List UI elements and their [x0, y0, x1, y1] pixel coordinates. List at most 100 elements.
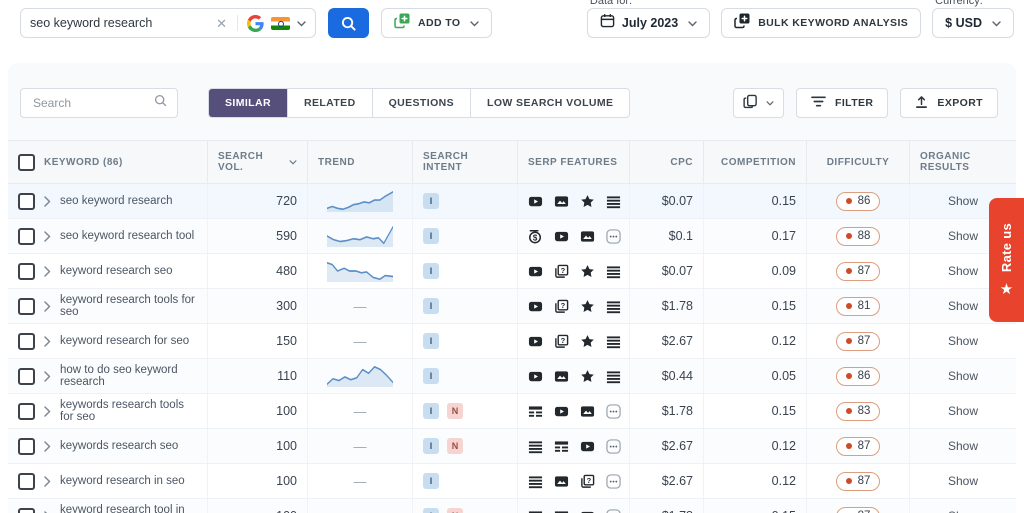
- cpc-cell: $0.07: [630, 184, 704, 218]
- keywords-table: KEYWORD (86) SEARCH VOL. TREND SEARCH IN…: [8, 140, 1016, 513]
- show-organic-results-link[interactable]: Show: [948, 194, 978, 208]
- difficulty-dot-icon: [845, 268, 852, 274]
- rate-us-button[interactable]: Rate us ★: [989, 198, 1024, 322]
- table-search-field[interactable]: [20, 88, 178, 118]
- expand-chevron-icon[interactable]: [44, 335, 51, 347]
- video-icon: [528, 264, 543, 279]
- row-checkbox[interactable]: [18, 297, 35, 315]
- search-intent-badge: I: [423, 298, 439, 314]
- show-organic-results-link[interactable]: Show: [948, 439, 978, 453]
- competition-cell: 0.15: [704, 184, 807, 218]
- column-header-keyword: KEYWORD (86): [8, 141, 208, 183]
- expand-chevron-icon[interactable]: [44, 195, 51, 207]
- no-trend-dash: —: [353, 403, 367, 419]
- copy-columns-button[interactable]: [733, 88, 785, 118]
- search-icon: [154, 94, 167, 112]
- keyword-search-value[interactable]: seo keyword research: [30, 16, 212, 30]
- no-trend-dash: —: [353, 438, 367, 454]
- sort-chevron-icon[interactable]: [289, 157, 297, 168]
- search-button[interactable]: [328, 8, 369, 38]
- snippet-icon: [554, 509, 569, 513]
- search-volume-cell: 300: [208, 289, 308, 323]
- tab-low-search-volume[interactable]: LOW SEARCH VOLUME: [470, 89, 629, 117]
- bulk-keyword-analysis-button[interactable]: BULK KEYWORD ANALYSIS: [721, 8, 922, 38]
- column-header-difficulty: DIFFICULTY: [807, 141, 910, 183]
- show-organic-results-link[interactable]: Show: [948, 264, 978, 278]
- row-checkbox[interactable]: [18, 367, 35, 385]
- row-checkbox[interactable]: [18, 402, 35, 420]
- more-icon: [606, 473, 621, 489]
- expand-chevron-icon[interactable]: [44, 230, 51, 242]
- difficulty-value: 83: [857, 405, 871, 417]
- table-row: keyword research seo 480 I? $0.07 0.09 87 Show: [8, 254, 1016, 289]
- keyword-text: keywords research tools for seo: [60, 398, 184, 424]
- export-button[interactable]: EXPORT: [900, 88, 998, 118]
- more-icon: [606, 508, 621, 513]
- trend-cell: —: [308, 394, 413, 428]
- show-organic-results-link[interactable]: Show: [948, 404, 978, 418]
- tab-similar[interactable]: SIMILAR: [209, 89, 287, 117]
- serp-features-cell: ?: [518, 324, 630, 358]
- row-checkbox[interactable]: [18, 472, 35, 490]
- keyword-text: keyword research for seo: [60, 334, 190, 347]
- difficulty-dot-icon: [845, 338, 852, 344]
- filter-button[interactable]: FILTER: [796, 88, 889, 118]
- difficulty-badge: 87: [835, 261, 881, 281]
- trend-cell: [308, 219, 413, 253]
- show-organic-results-link[interactable]: Show: [948, 334, 978, 348]
- keyword-cell: keyword research tool in seo: [8, 499, 208, 513]
- bulk-analysis-icon: [734, 12, 751, 34]
- currency-dropdown[interactable]: Currency: $ USD: [932, 0, 1014, 38]
- keyword-text: how to do seo keyword research: [60, 363, 178, 389]
- show-organic-results-link[interactable]: Show: [948, 299, 978, 313]
- row-checkbox[interactable]: [18, 437, 35, 455]
- row-checkbox[interactable]: [18, 192, 35, 210]
- cpc-cell: $2.67: [630, 464, 704, 498]
- clear-icon[interactable]: ✕: [216, 17, 227, 30]
- difficulty-cell: 86: [807, 359, 910, 393]
- search-vol-header-label: SEARCH VOL.: [218, 151, 264, 173]
- serp-features-cell: [518, 184, 630, 218]
- tab-related[interactable]: RELATED: [286, 89, 372, 117]
- column-header-cpc: CPC: [630, 141, 704, 183]
- no-trend-dash: —: [353, 298, 367, 314]
- difficulty-cell: 81: [807, 289, 910, 323]
- show-organic-results-link[interactable]: Show: [948, 509, 978, 513]
- row-checkbox[interactable]: [18, 262, 35, 280]
- trend-cell: [308, 359, 413, 393]
- date-dropdown[interactable]: Data for: July 2023: [586, 0, 711, 38]
- show-organic-results-link[interactable]: Show: [948, 369, 978, 383]
- expand-chevron-icon[interactable]: [44, 265, 51, 277]
- faq-icon: ?: [580, 474, 595, 489]
- expand-chevron-icon[interactable]: [44, 405, 51, 417]
- chevron-down-icon[interactable]: [297, 14, 306, 32]
- search-intent-badge: I: [423, 368, 439, 384]
- keyword-cell: keywords research tools for seo: [8, 394, 208, 428]
- add-to-label: ADD TO: [418, 17, 461, 29]
- tab-questions[interactable]: QUESTIONS: [371, 89, 470, 117]
- expand-chevron-icon[interactable]: [44, 475, 51, 487]
- show-organic-results-link[interactable]: Show: [948, 474, 978, 488]
- image-icon: [554, 369, 569, 384]
- add-to-icon: [394, 12, 411, 34]
- currency-label: Currency:: [935, 0, 983, 7]
- difficulty-badge: 87: [835, 436, 881, 456]
- row-checkbox[interactable]: [18, 507, 35, 513]
- expand-chevron-icon[interactable]: [44, 300, 51, 312]
- india-flag-icon[interactable]: [271, 16, 290, 30]
- row-checkbox[interactable]: [18, 227, 35, 245]
- trend-sparkline: [327, 366, 393, 387]
- column-header-search-volume[interactable]: SEARCH VOL.: [208, 141, 308, 183]
- top-bar: seo keyword research ✕ ADD TO Data for: …: [0, 0, 1024, 62]
- serp-features-cell: [518, 499, 630, 513]
- expand-chevron-icon[interactable]: [44, 370, 51, 382]
- expand-chevron-icon[interactable]: [44, 440, 51, 452]
- table-search-input[interactable]: [31, 95, 146, 111]
- add-to-button[interactable]: ADD TO: [381, 8, 493, 38]
- difficulty-value: 88: [857, 230, 871, 242]
- select-all-checkbox[interactable]: [18, 153, 35, 171]
- table-header-row: KEYWORD (86) SEARCH VOL. TREND SEARCH IN…: [8, 140, 1016, 184]
- row-checkbox[interactable]: [18, 332, 35, 350]
- show-organic-results-link[interactable]: Show: [948, 229, 978, 243]
- keyword-search-input[interactable]: seo keyword research ✕: [20, 8, 316, 38]
